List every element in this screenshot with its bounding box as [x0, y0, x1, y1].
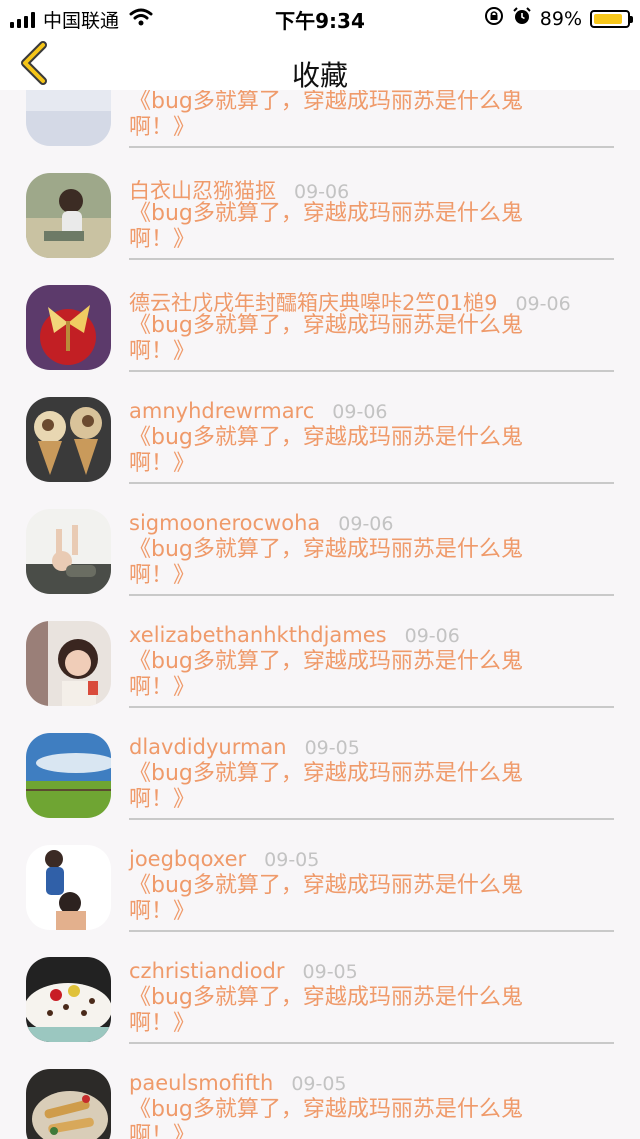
favorite-item-7[interactable]: joegbqoxer 09-05 《bug多就算了，穿越成玛丽苏是什么鬼啊！》 — [0, 819, 640, 932]
item-name[interactable]: joegbqoxer — [129, 847, 246, 871]
item-date: 09-06 — [294, 181, 350, 203]
nav-bar: 收藏 — [0, 36, 640, 92]
item-meta: czhristiandiodr 09-05 — [129, 959, 358, 983]
favorites-list[interactable]: 《bug多就算了，穿越成玛丽苏是什么鬼啊！》 白衣山忍猕猫抠 09-06 《bu… — [0, 90, 640, 1139]
woman-portrait-avatar[interactable] — [26, 621, 111, 706]
item-message[interactable]: 《bug多就算了，穿越成玛丽苏是什么鬼啊！》 — [129, 313, 569, 365]
item-name[interactable]: paeulsmofifth — [129, 1071, 273, 1095]
favorite-item-5[interactable]: xelizabethanhkthdjames 09-06 《bug多就算了，穿越… — [0, 595, 640, 708]
item-date: 09-05 — [291, 1073, 347, 1095]
item-meta: amnyhdrewrmarc 09-06 — [129, 399, 388, 423]
item-date: 09-06 — [338, 513, 394, 535]
item-message[interactable]: 《bug多就算了，穿越成玛丽苏是什么鬼啊！》 — [129, 90, 569, 141]
item-meta: sigmoonerocwoha 09-06 — [129, 511, 393, 535]
ice-cream-avatar[interactable] — [26, 397, 111, 482]
favorite-item-0[interactable]: 《bug多就算了，穿越成玛丽苏是什么鬼啊！》 — [0, 90, 640, 148]
item-message[interactable]: 《bug多就算了，穿越成玛丽苏是什么鬼啊！》 — [129, 425, 569, 477]
favorite-item-2[interactable]: 德云社戊戌年封醽箱庆典嗥咔2竺01槌9 09-06 《bug多就算了，穿越成玛丽… — [0, 259, 640, 372]
item-date: 09-05 — [264, 849, 320, 871]
item-date: 09-05 — [304, 737, 360, 759]
item-name[interactable]: dlavdidyurman — [129, 735, 287, 759]
favorite-item-9[interactable]: paeulsmofifth 09-05 《bug多就算了，穿越成玛丽苏是什么鬼啊… — [0, 1043, 640, 1139]
item-date: 09-06 — [515, 293, 571, 315]
status-bar: 中国联通 下午9:34 89% — [0, 0, 640, 36]
item-message[interactable]: 《bug多就算了，穿越成玛丽苏是什么鬼啊！》 — [129, 201, 569, 253]
partial-avatar[interactable] — [26, 90, 111, 146]
item-message[interactable]: 《bug多就算了，穿越成玛丽苏是什么鬼啊！》 — [129, 873, 569, 925]
favorite-item-1[interactable]: 白衣山忍猕猫抠 09-06 《bug多就算了，穿越成玛丽苏是什么鬼啊！》 — [0, 147, 640, 260]
item-date: 09-06 — [332, 401, 388, 423]
battery-percent: 89% — [539, 7, 582, 30]
battery-fill — [594, 13, 623, 24]
item-date: 09-06 — [404, 625, 460, 647]
item-name[interactable]: sigmoonerocwoha — [129, 511, 320, 535]
apple-butterfly-avatar[interactable] — [26, 285, 111, 370]
item-message[interactable]: 《bug多就算了，穿越成玛丽苏是什么鬼啊！》 — [129, 1097, 569, 1139]
item-meta: paeulsmofifth 09-05 — [129, 1071, 347, 1095]
item-meta: dlavdidyurman 09-05 — [129, 735, 360, 759]
item-message[interactable]: 《bug多就算了，穿越成玛丽苏是什么鬼啊！》 — [129, 761, 569, 813]
item-name[interactable]: amnyhdrewrmarc — [129, 399, 314, 423]
favorites-list-inner: 《bug多就算了，穿越成玛丽苏是什么鬼啊！》 白衣山忍猕猫抠 09-06 《bu… — [0, 90, 640, 1139]
item-name[interactable]: xelizabethanhkthdjames — [129, 623, 387, 647]
status-right: 89% — [484, 6, 633, 31]
father-child-avatar[interactable] — [26, 845, 111, 930]
item-meta: joegbqoxer 09-05 — [129, 847, 319, 871]
alarm-icon — [512, 6, 532, 31]
item-message[interactable]: 《bug多就算了，穿越成玛丽苏是什么鬼啊！》 — [129, 649, 569, 701]
baby-photo-avatar[interactable] — [26, 509, 111, 594]
favorite-item-8[interactable]: czhristiandiodr 09-05 《bug多就算了，穿越成玛丽苏是什么… — [0, 931, 640, 1044]
girl-illustration-avatar[interactable] — [26, 173, 111, 258]
item-date: 09-05 — [302, 961, 358, 983]
page-title: 收藏 — [291, 59, 348, 92]
favorite-item-3[interactable]: amnyhdrewrmarc 09-06 《bug多就算了，穿越成玛丽苏是什么鬼… — [0, 371, 640, 484]
cereal-bowl-avatar[interactable] — [26, 957, 111, 1042]
food-plate-avatar[interactable] — [26, 1069, 111, 1139]
grassland-sky-avatar[interactable] — [26, 733, 111, 818]
item-name[interactable]: czhristiandiodr — [129, 959, 285, 983]
item-message[interactable]: 《bug多就算了，穿越成玛丽苏是什么鬼啊！》 — [129, 537, 569, 589]
battery-icon — [590, 9, 633, 28]
item-message[interactable]: 《bug多就算了，穿越成玛丽苏是什么鬼啊！》 — [129, 985, 569, 1037]
item-meta: xelizabethanhkthdjames 09-06 — [129, 623, 460, 647]
favorite-item-6[interactable]: dlavdidyurman 09-05 《bug多就算了，穿越成玛丽苏是什么鬼啊… — [0, 707, 640, 820]
favorite-item-4[interactable]: sigmoonerocwoha 09-06 《bug多就算了，穿越成玛丽苏是什么… — [0, 483, 640, 596]
orientation-lock-icon — [484, 6, 504, 31]
